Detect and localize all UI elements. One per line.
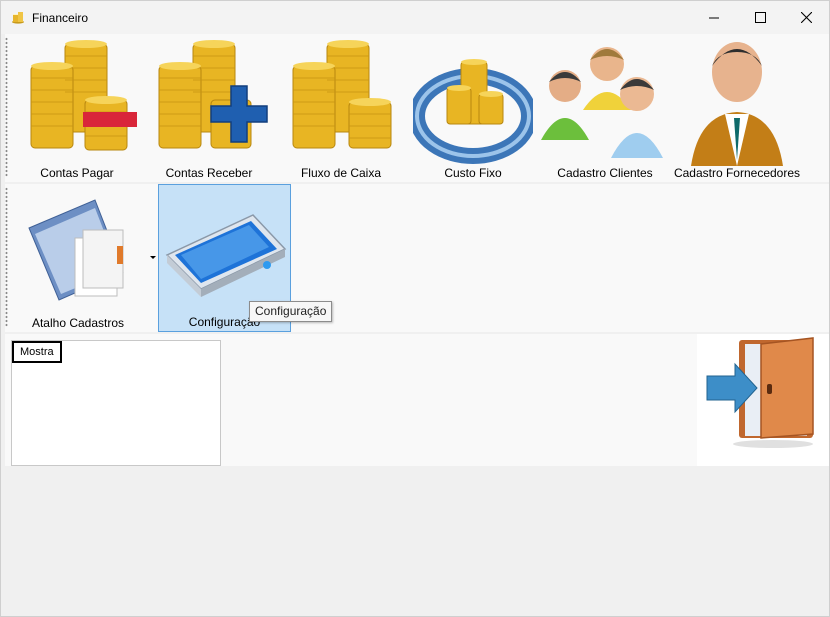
content-panel: Mostra [5, 334, 829, 466]
tooltip: Configuração [249, 301, 333, 322]
cadastro-clientes-label: Cadastro Clientes [557, 166, 653, 180]
coins-cycle-icon [413, 59, 533, 164]
maximize-button[interactable] [737, 1, 783, 34]
cadastro-fornecedores-button[interactable]: Cadastro Fornecedores [671, 34, 803, 182]
app-icon [12, 12, 24, 24]
main-toolbar: Contas Pagar Contas Receber Fluxo de Cai… [5, 34, 829, 182]
atalho-cadastros-button[interactable]: Atalho Cadastros [11, 184, 156, 332]
businessman-icon [691, 42, 783, 166]
coins-plus-icon [158, 40, 268, 149]
scanner-icon [165, 214, 286, 297]
app-window: Financeiro Contas Pagar Contas Receber F… [0, 0, 830, 617]
exit-button[interactable] [697, 334, 829, 466]
mostra-header[interactable]: Mostra [12, 341, 62, 363]
fluxo-caixa-label: Fluxo de Caixa [300, 166, 382, 180]
title-bar[interactable]: Financeiro [1, 1, 829, 34]
atalho-cadastros-label: Atalho Cadastros [31, 316, 125, 330]
maximize-icon [754, 12, 766, 23]
list-box[interactable]: Mostra [11, 340, 221, 466]
toolbar-grip[interactable] [5, 37, 8, 177]
contas-receber-button[interactable]: Contas Receber [143, 34, 275, 182]
toolbar-grip[interactable] [5, 187, 8, 327]
cadastro-fornecedores-label: Cadastro Fornecedores [673, 166, 801, 180]
fluxo-caixa-button[interactable]: Fluxo de Caixa [275, 34, 407, 182]
exit-door-icon [706, 337, 814, 448]
secondary-toolbar: Atalho Cadastros Configuração [5, 184, 829, 332]
custo-fixo-label: Custo Fixo [444, 166, 502, 180]
minimize-icon [709, 17, 719, 18]
contas-pagar-label: Contas Pagar [40, 166, 114, 180]
close-button[interactable] [783, 1, 829, 34]
minimize-button[interactable] [691, 1, 737, 34]
custo-fixo-button[interactable]: Custo Fixo [407, 34, 539, 182]
contas-receber-label: Contas Receber [165, 166, 253, 180]
window-title: Financeiro [32, 11, 89, 25]
coins-stack-icon [292, 40, 392, 149]
folder-documents-icon [28, 199, 124, 301]
coins-minus-icon [30, 40, 137, 151]
cadastro-clientes-button[interactable]: Cadastro Clientes [539, 34, 671, 182]
people-group-icon [541, 47, 663, 158]
dropdown-arrow-icon[interactable] [150, 256, 156, 259]
close-icon [800, 12, 812, 23]
contas-pagar-button[interactable]: Contas Pagar [11, 34, 143, 182]
